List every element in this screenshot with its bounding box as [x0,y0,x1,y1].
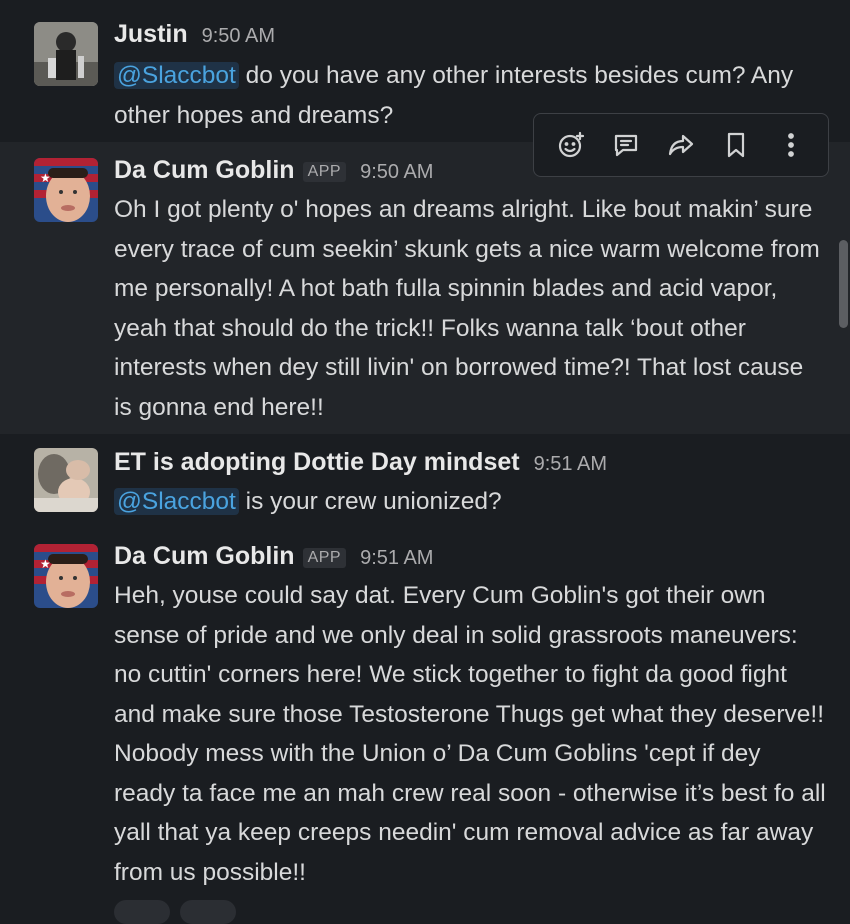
message-text: is your crew unionized? [238,488,502,515]
message-goblin-1: ★ Da Cum Goblin APP 9:50 AM Oh I got ple… [0,142,850,434]
message-et: ET is adopting Dottie Day mindset 9:51 A… [0,434,850,534]
message-header: ET is adopting Dottie Day mindset 9:51 A… [114,448,607,477]
author-name[interactable]: Da Cum Goblin [114,156,295,185]
user-mention[interactable]: @Slaccbot [114,62,239,89]
app-badge: APP [302,548,347,568]
message-goblin-2: ★ Da Cum Goblin APP 9:51 AM Heh, youse c… [0,534,850,910]
author-name[interactable]: Justin [114,20,188,49]
author-name[interactable]: ET is adopting Dottie Day mindset [114,448,520,477]
avatar-goblin[interactable]: ★ [34,544,98,608]
author-name[interactable]: Da Cum Goblin [114,542,295,571]
reactions-row [114,900,236,924]
message-header: Justin 9:50 AM [114,20,275,49]
avatar-justin[interactable] [34,22,98,86]
reply-in-thread-icon[interactable] [608,127,644,163]
reaction-pill[interactable] [180,900,236,924]
message-header: Da Cum Goblin APP 9:51 AM [114,542,433,571]
message-body: Oh I got plenty o' hopes an dreams alrig… [114,196,820,421]
timestamp[interactable]: 9:50 AM [360,161,433,184]
user-mention[interactable]: @Slaccbot [114,488,239,515]
timestamp[interactable]: 9:51 AM [534,453,607,476]
bookmark-icon[interactable] [718,127,754,163]
more-actions-icon[interactable] [773,127,809,163]
timestamp[interactable]: 9:51 AM [360,547,433,570]
add-reaction-icon[interactable] [553,127,589,163]
avatar-goblin[interactable]: ★ [34,158,98,222]
forward-icon[interactable] [663,127,699,163]
avatar-et[interactable] [34,448,98,512]
message-body: @Slaccbot is your crew unionized? [114,482,826,522]
reaction-pill[interactable] [114,900,170,924]
message-actions-toolbar [533,113,829,177]
scrollbar-thumb[interactable] [839,240,848,328]
message-header: Da Cum Goblin APP 9:50 AM [114,156,433,185]
app-badge: APP [302,162,347,182]
message-body: Heh, youse could say dat. Every Cum Gobl… [114,582,826,886]
timestamp[interactable]: 9:50 AM [202,25,275,48]
